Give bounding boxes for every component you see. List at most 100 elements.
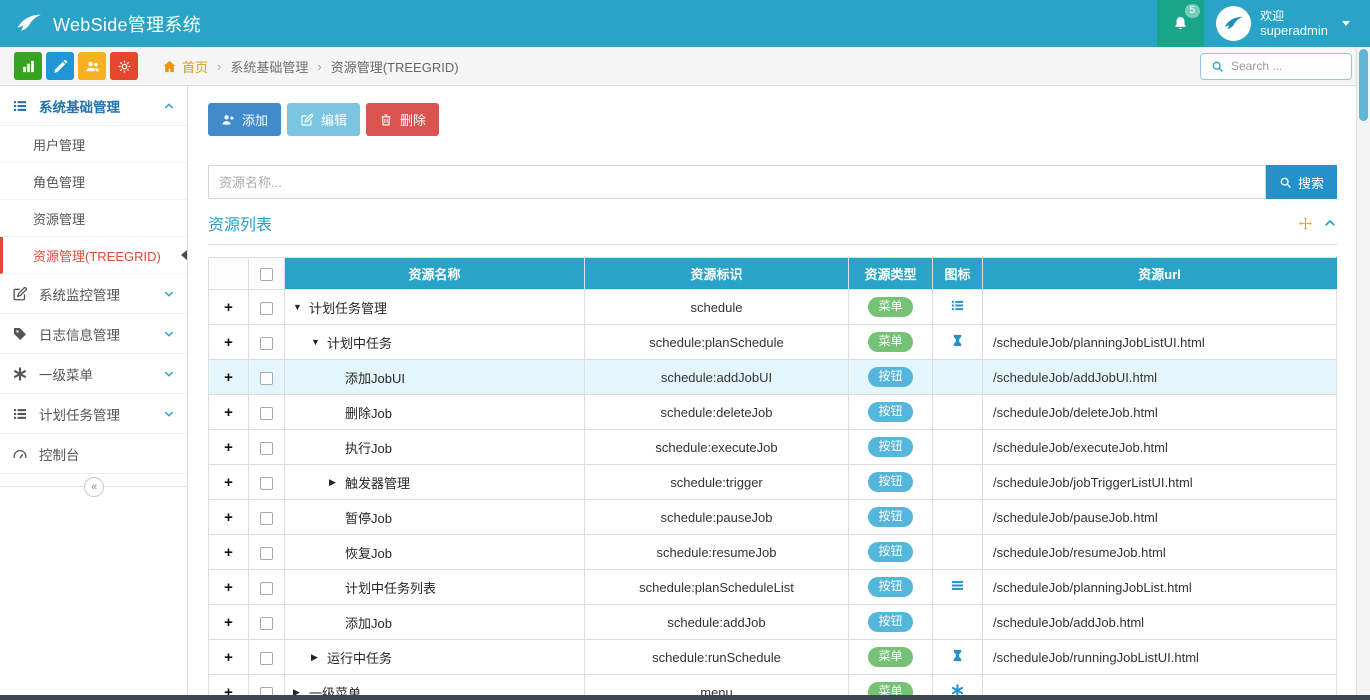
row-checkbox[interactable]: [260, 616, 273, 630]
sidebar-subitem[interactable]: 用户管理: [0, 126, 187, 163]
quick-settings-button[interactable]: [110, 52, 138, 80]
select-cell: [248, 464, 285, 500]
expand-row-button[interactable]: +: [224, 614, 233, 631]
expand-row-button[interactable]: +: [224, 334, 233, 351]
table-row[interactable]: + ▶ 触发器管理 schedule:trigger 按钮/scheduleJob/jo…: [208, 464, 1337, 500]
user-menu-button[interactable]: 欢迎 superadmin: [1204, 0, 1370, 47]
delete-button-label: 删除: [400, 113, 427, 128]
sidebar-collapse-button[interactable]: «: [84, 477, 104, 497]
resource-ident: schedule:planSchedule: [649, 334, 784, 350]
tree-collapse-caret[interactable]: ▼: [311, 337, 327, 347]
tree-expand-caret[interactable]: ▶: [311, 652, 327, 663]
expand-row-button[interactable]: +: [224, 439, 233, 456]
table-row[interactable]: + 执行Job schedule:executeJob 按钮/scheduleJob/…: [208, 429, 1337, 465]
expander-cell: +: [208, 499, 249, 535]
expand-row-button[interactable]: +: [224, 649, 233, 666]
resource-type-cell: 按钮: [848, 569, 933, 605]
icon-cell: [932, 534, 983, 570]
row-checkbox[interactable]: [260, 371, 273, 385]
table-row[interactable]: + ▼ 计划中任务 schedule:planSchedule 菜单/scheduleJ…: [208, 324, 1337, 360]
table-row[interactable]: + ▶ 运行中任务 schedule:runSchedule 菜单/scheduleJo…: [208, 639, 1337, 675]
quick-edit-button[interactable]: [46, 52, 74, 80]
select-all-checkbox[interactable]: [260, 268, 273, 282]
expand-row-button[interactable]: +: [224, 299, 233, 316]
resource-ident-cell: schedule:deleteJob: [584, 394, 849, 430]
delete-button[interactable]: 删除: [366, 103, 440, 136]
table-row[interactable]: + 添加Job schedule:addJob 按钮/scheduleJob/addJ…: [208, 604, 1337, 640]
sidebar-item-console[interactable]: 控制台: [0, 434, 187, 474]
sidebar-item-system-base[interactable]: 系统基础管理: [0, 86, 187, 126]
sidebar-item-level1-menu[interactable]: 一级菜单: [0, 354, 187, 394]
vertical-scrollbar[interactable]: [1356, 47, 1370, 700]
row-checkbox[interactable]: [260, 301, 273, 315]
sidebar-item-schedule-task[interactable]: 计划任务管理: [0, 394, 187, 434]
resource-type-cell: 按钮: [848, 429, 933, 465]
collapse-panel-icon[interactable]: [1323, 216, 1337, 230]
sidebar-nav: 系统基础管理 用户管理 角色管理资源管理资源管理(TREEGRID) 系统监控管理 日志…: [0, 86, 187, 474]
resource-name-cell: 恢复Job: [284, 534, 585, 570]
sidebar-collapse-divider: «: [0, 477, 187, 497]
search-button[interactable]: 搜索: [1265, 165, 1337, 199]
row-checkbox[interactable]: [260, 581, 273, 595]
resource-url-cell: /scheduleJob/planningJobList.html: [982, 569, 1337, 605]
global-search-input[interactable]: [1231, 59, 1341, 73]
expand-row-button[interactable]: +: [224, 474, 233, 491]
scrollbar-thumb[interactable]: [1359, 49, 1368, 121]
breadcrumb-item[interactable]: 系统基础管理: [230, 57, 308, 76]
sidebar-subitem[interactable]: 角色管理: [0, 163, 187, 200]
quick-stats-button[interactable]: [14, 52, 42, 80]
sidebar-subitem[interactable]: 资源管理: [0, 200, 187, 237]
row-checkbox[interactable]: [260, 511, 273, 525]
table-row[interactable]: + 添加JobUI schedule:addJobUI 按钮/scheduleJob/…: [208, 359, 1337, 395]
breadcrumb-bar: 首页 › 系统基础管理 › 资源管理(TREEGRID): [0, 47, 1370, 86]
table-row[interactable]: + 暂停Job schedule:pauseJob 按钮/scheduleJob/pa…: [208, 499, 1337, 535]
resource-type-badge: 按钮: [868, 367, 913, 387]
resource-name-cell: ▶ 运行中任务: [284, 639, 585, 675]
tree-expand-caret[interactable]: ▶: [329, 477, 345, 488]
resource-url: /scheduleJob/pauseJob.html: [993, 509, 1158, 525]
resource-name: 运行中任务: [327, 650, 393, 666]
selected-arrow-icon: [181, 250, 187, 260]
resource-url-cell: /scheduleJob/resumeJob.html: [982, 534, 1337, 570]
expand-row-button[interactable]: +: [224, 509, 233, 526]
edit-button[interactable]: 编辑: [287, 103, 361, 136]
sidebar-subitem[interactable]: 资源管理(TREEGRID): [0, 237, 187, 274]
icon-cell: [932, 394, 983, 430]
row-checkbox[interactable]: [260, 546, 273, 560]
sidebar-subitem-label: 资源管理: [33, 211, 86, 227]
table-row[interactable]: + 删除Job schedule:deleteJob 按钮/scheduleJob/d…: [208, 394, 1337, 430]
row-checkbox[interactable]: [260, 476, 273, 490]
tree-collapse-caret[interactable]: ▼: [293, 302, 309, 312]
sidebar-item-system-monitor[interactable]: 系统监控管理: [0, 274, 187, 314]
resource-ident: schedule:planScheduleList: [639, 579, 794, 595]
expand-row-button[interactable]: +: [224, 544, 233, 561]
table-row[interactable]: + 恢复Job schedule:resumeJob 按钮/scheduleJob/r…: [208, 534, 1337, 570]
row-checkbox[interactable]: [260, 406, 273, 420]
resource-type-cell: 菜单: [848, 289, 933, 325]
pencil-icon: [53, 59, 68, 74]
expand-row-button[interactable]: +: [224, 369, 233, 386]
app-logo[interactable]: WebSide管理系统: [0, 11, 215, 37]
row-checkbox[interactable]: [260, 651, 273, 665]
expand-panel-icon[interactable]: [1298, 216, 1313, 231]
sidebar-item-log-info[interactable]: 日志信息管理: [0, 314, 187, 354]
resource-name-filter-input[interactable]: [208, 165, 1266, 199]
edit-icon: [12, 286, 28, 302]
select-cell: [248, 639, 285, 675]
breadcrumb-home[interactable]: 首页: [162, 57, 208, 76]
expand-row-button[interactable]: +: [224, 404, 233, 421]
table-row[interactable]: + ▼ 计划任务管理 schedule 菜单: [208, 289, 1337, 325]
row-checkbox[interactable]: [260, 441, 273, 455]
quick-users-button[interactable]: [78, 52, 106, 80]
table-row[interactable]: + 计划中任务列表 schedule:planScheduleList 按钮/sche…: [208, 569, 1337, 605]
notifications-button[interactable]: 5: [1157, 0, 1205, 47]
username: superadmin: [1260, 22, 1328, 38]
resource-type-badge: 按钮: [868, 472, 913, 492]
hourglass-icon: [950, 648, 965, 663]
add-button[interactable]: 添加: [208, 103, 282, 136]
row-checkbox[interactable]: [260, 336, 273, 350]
resource-name-cell: 添加JobUI: [284, 359, 585, 395]
resource-ident-cell: schedule:planScheduleList: [584, 569, 849, 605]
expand-row-button[interactable]: +: [224, 579, 233, 596]
resource-name: 添加Job: [345, 615, 392, 631]
